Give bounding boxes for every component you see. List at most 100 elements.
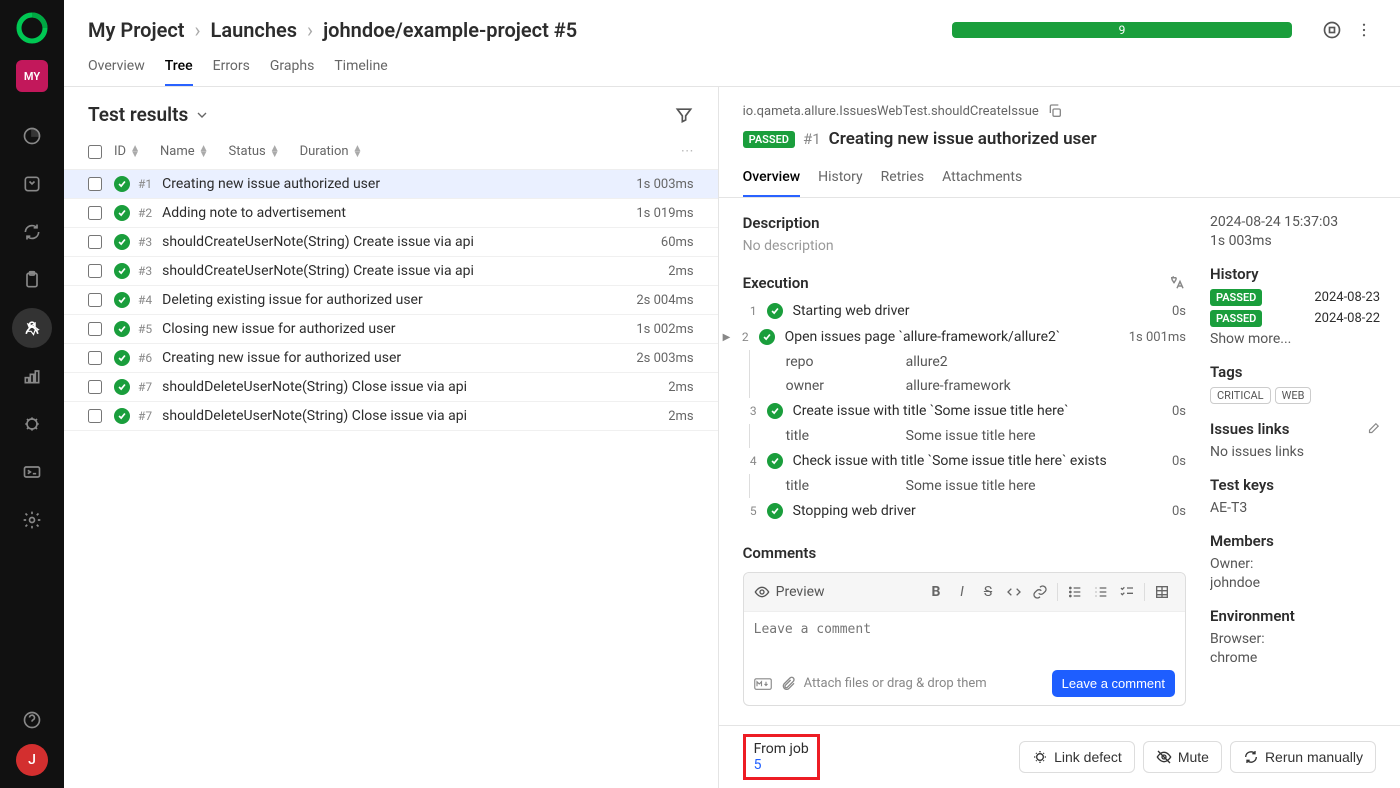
table-row[interactable]: #4 Deleting existing issue for authorize… — [64, 286, 718, 315]
status-passed-icon — [759, 329, 775, 345]
test-name: Deleting existing issue for authorized u… — [162, 292, 636, 308]
project-badge[interactable]: MY — [16, 60, 48, 92]
preview-button[interactable]: Preview — [754, 584, 825, 600]
row-checkbox[interactable] — [88, 235, 102, 249]
analytics-icon[interactable] — [12, 356, 52, 396]
breadcrumb-project[interactable]: My Project — [88, 18, 185, 42]
dtab-retries[interactable]: Retries — [881, 163, 924, 197]
strike-icon[interactable]: S — [975, 579, 1001, 605]
translate-icon[interactable] — [1168, 274, 1186, 292]
comment-input[interactable] — [744, 612, 1185, 662]
help-icon[interactable] — [12, 700, 52, 740]
more-columns-icon[interactable]: ⋯ — [681, 144, 694, 159]
defects-icon[interactable] — [12, 404, 52, 444]
more-icon[interactable] — [1352, 18, 1376, 42]
code-icon[interactable] — [1001, 579, 1027, 605]
test-id: #5 — [138, 322, 152, 336]
col-status[interactable]: Status▲▼ — [229, 144, 280, 159]
browser-value: chrome — [1210, 650, 1380, 666]
table-row[interactable]: #7 shouldDeleteUserNote(String) Close is… — [64, 402, 718, 431]
step-row[interactable]: 3 Create issue with title `Some issue ti… — [743, 398, 1186, 424]
tag-chip[interactable]: WEB — [1275, 387, 1312, 404]
step-row[interactable]: 1 Starting web driver 0s — [743, 298, 1186, 324]
settings-icon[interactable] — [12, 500, 52, 540]
col-duration[interactable]: Duration▲▼ — [300, 144, 363, 159]
select-all-checkbox[interactable] — [88, 145, 102, 159]
row-checkbox[interactable] — [88, 264, 102, 278]
tab-timeline[interactable]: Timeline — [334, 50, 387, 86]
leave-comment-button[interactable]: Leave a comment — [1052, 670, 1175, 697]
test-results-title: Test results — [88, 103, 188, 126]
chevron-down-icon[interactable] — [194, 107, 210, 123]
table-row[interactable]: #7 shouldDeleteUserNote(String) Close is… — [64, 373, 718, 402]
ol-icon[interactable] — [1088, 579, 1114, 605]
test-id: #7 — [138, 380, 152, 394]
link-icon[interactable] — [1027, 579, 1053, 605]
row-checkbox[interactable] — [88, 206, 102, 220]
table-row[interactable]: #6 Creating new issue for authorized use… — [64, 344, 718, 373]
stop-icon[interactable] — [1320, 18, 1344, 42]
step-row[interactable]: ▶ 2 Open issues page `allure-framework/a… — [743, 324, 1186, 350]
row-checkbox[interactable] — [88, 322, 102, 336]
col-name[interactable]: Name▲▼ — [160, 144, 209, 159]
breadcrumb-launch: johndoe/example-project #5 — [323, 18, 577, 42]
user-avatar[interactable]: J — [16, 744, 48, 776]
testcases-icon[interactable] — [12, 164, 52, 204]
bold-icon[interactable]: B — [923, 579, 949, 605]
step-row[interactable]: 5 Stopping web driver 0s — [743, 498, 1186, 524]
ul-icon[interactable] — [1062, 579, 1088, 605]
table-row[interactable]: #2 Adding note to advertisement 1s 019ms — [64, 199, 718, 228]
sync-icon[interactable] — [12, 212, 52, 252]
mute-button[interactable]: Mute — [1143, 741, 1222, 773]
tab-tree[interactable]: Tree — [165, 50, 193, 86]
filter-icon[interactable] — [674, 105, 694, 125]
row-checkbox[interactable] — [88, 177, 102, 191]
checklist-icon[interactable] — [1114, 579, 1140, 605]
table-icon[interactable] — [1149, 579, 1175, 605]
row-checkbox[interactable] — [88, 293, 102, 307]
step-label: Open issues page `allure-framework/allur… — [785, 329, 1129, 345]
dtab-overview[interactable]: Overview — [743, 163, 800, 197]
history-row[interactable]: PASSED2024-08-22 — [1210, 310, 1380, 327]
rerun-button[interactable]: Rerun manually — [1230, 741, 1376, 773]
col-id[interactable]: ID▲▼ — [114, 144, 140, 159]
italic-icon[interactable]: I — [949, 579, 975, 605]
dtab-history[interactable]: History — [818, 163, 863, 197]
step-number: 5 — [743, 504, 757, 518]
step-label: Stopping web driver — [793, 503, 1172, 519]
launches-icon[interactable] — [12, 308, 52, 348]
test-name: Adding note to advertisement — [162, 205, 636, 221]
jobs-icon[interactable] — [12, 452, 52, 492]
row-checkbox[interactable] — [88, 380, 102, 394]
chevron-right-icon[interactable]: ▶ — [723, 332, 735, 343]
breadcrumb-section[interactable]: Launches — [211, 18, 298, 42]
step-row[interactable]: 4 Check issue with title `Some issue tit… — [743, 448, 1186, 474]
row-checkbox[interactable] — [88, 351, 102, 365]
edit-icon[interactable] — [1366, 422, 1380, 436]
step-param: ownerallure-framework — [749, 374, 1186, 398]
job-link[interactable]: 5 — [754, 757, 809, 773]
comments-box: Preview B I S — [743, 572, 1186, 706]
link-defect-button[interactable]: Link defect — [1019, 741, 1135, 773]
dtab-attachments[interactable]: Attachments — [942, 163, 1022, 197]
tab-overview[interactable]: Overview — [88, 50, 145, 86]
progress-bar[interactable]: 9 — [952, 22, 1292, 38]
table-row[interactable]: #3 shouldCreateUserNote(String) Create i… — [64, 228, 718, 257]
table-row[interactable]: #3 shouldCreateUserNote(String) Create i… — [64, 257, 718, 286]
copy-icon[interactable] — [1047, 103, 1063, 119]
app-logo[interactable] — [16, 12, 48, 44]
history-row[interactable]: PASSED2024-08-23 — [1210, 289, 1380, 306]
test-id: #3 — [138, 235, 152, 249]
table-row[interactable]: #1 Creating new issue authorized user 1s… — [64, 170, 718, 199]
row-checkbox[interactable] — [88, 409, 102, 423]
show-more-link[interactable]: Show more... — [1210, 331, 1380, 347]
table-row[interactable]: #5 Closing new issue for authorized user… — [64, 315, 718, 344]
main-tabs: Overview Tree Errors Graphs Timeline — [64, 50, 1400, 87]
attach-icon[interactable] — [780, 676, 796, 692]
tag-chip[interactable]: CRITICAL — [1210, 387, 1271, 404]
tab-errors[interactable]: Errors — [213, 50, 250, 86]
dashboard-icon[interactable] — [12, 116, 52, 156]
testplans-icon[interactable] — [12, 260, 52, 300]
tab-graphs[interactable]: Graphs — [270, 50, 314, 86]
testkeys-heading: Test keys — [1210, 476, 1380, 494]
